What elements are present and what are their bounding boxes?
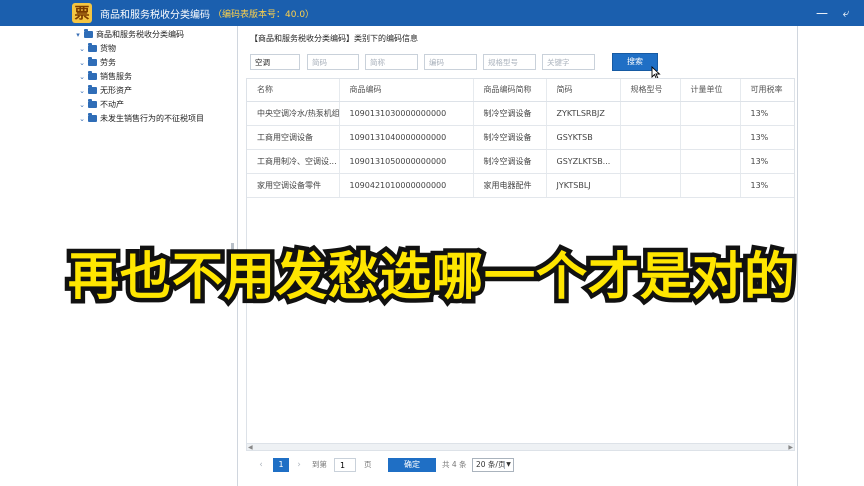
folder-icon xyxy=(88,85,97,94)
cell-tax-rate: 13% xyxy=(740,173,794,198)
cell-unit xyxy=(680,173,741,198)
tree-item-label: 无形资产 xyxy=(100,86,132,95)
expand-icon[interactable]: ⌄ xyxy=(78,115,86,123)
tree-item-label: 不动产 xyxy=(100,100,124,109)
tree-item-goods[interactable]: ⌄ 货物 xyxy=(78,43,116,54)
cell-short-code: JYKTSBLJ xyxy=(546,173,621,198)
title-bar: 票 商品和服务税收分类编码 （编码表版本号：40.0） — ⤶ xyxy=(0,0,864,26)
folder-icon xyxy=(88,43,97,52)
expand-icon[interactable]: ⌄ xyxy=(78,87,86,95)
back-arrow-icon[interactable]: ⤶ xyxy=(838,4,854,22)
spec-input[interactable] xyxy=(483,54,536,70)
tree-item-intangible[interactable]: ⌄ 无形资产 xyxy=(78,85,132,96)
keyword-input[interactable] xyxy=(542,54,595,70)
scroll-right-icon[interactable]: ▶ xyxy=(788,444,793,451)
folder-icon xyxy=(88,57,97,66)
tree-item-services[interactable]: ⌄ 销售服务 xyxy=(78,71,132,82)
table-header: 名称 商品编码 商品编码简称 简码 规格型号 计量单位 可用税率 xyxy=(247,79,794,102)
short-code-input[interactable] xyxy=(307,54,359,70)
cell-unit xyxy=(680,149,741,174)
tree-item-non-taxable[interactable]: ⌄ 未发生销售行为的不征税项目 xyxy=(78,113,204,124)
table-row[interactable]: 家用空调设备零件 1090421010000000000 家用电器配件 JYKT… xyxy=(247,173,794,198)
cell-code: 1090131040000000000 xyxy=(339,125,474,150)
cell-short-name: 家用电器配件 xyxy=(473,173,547,198)
expand-icon[interactable]: ⌄ xyxy=(78,45,86,53)
goto-page-input[interactable] xyxy=(334,458,356,472)
horizontal-scrollbar[interactable]: ◀ ▶ xyxy=(246,443,795,451)
version-label: （编码表版本号：40.0） xyxy=(213,9,315,20)
cell-spec xyxy=(620,173,681,198)
window-title: 商品和服务税收分类编码 xyxy=(100,9,210,21)
total-count: 共 4 条 xyxy=(442,460,467,469)
app-logo-icon: 票 xyxy=(72,3,92,23)
cell-spec xyxy=(620,101,681,126)
current-page-button[interactable]: 1 xyxy=(273,458,289,472)
folder-icon xyxy=(88,113,97,122)
cell-short-code: GSYZLKTSB... xyxy=(546,149,621,174)
table-row[interactable]: 工商用制冷、空调设... 1090131050000000000 制冷空调设备 … xyxy=(247,149,794,174)
folder-icon xyxy=(88,71,97,80)
tree-item-label: 劳务 xyxy=(100,58,116,67)
cell-tax-rate: 13% xyxy=(740,149,794,174)
cell-short-name: 制冷空调设备 xyxy=(473,149,547,174)
cell-name: 工商用制冷、空调设... xyxy=(247,149,340,174)
column-header[interactable]: 计量单位 xyxy=(680,79,741,102)
cell-tax-rate: 13% xyxy=(740,101,794,126)
cell-code: 1090131030000000000 xyxy=(339,101,474,126)
tree-item-labor[interactable]: ⌄ 劳务 xyxy=(78,57,116,68)
expand-icon[interactable]: ⌄ xyxy=(78,59,86,67)
cell-short-code: ZYKTLSRBJZ xyxy=(546,101,621,126)
folder-icon xyxy=(88,99,97,108)
goto-label: 到第 xyxy=(312,460,327,469)
column-header[interactable]: 名称 xyxy=(247,79,340,102)
code-input[interactable] xyxy=(424,54,477,70)
cell-name: 中央空调冷水/热泵机组 xyxy=(247,101,340,126)
cell-name: 工商用空调设备 xyxy=(247,125,340,150)
section-title: 【商品和服务税收分类编码】类别下的编码信息 xyxy=(250,34,418,43)
confirm-button[interactable]: 确定 xyxy=(388,458,436,472)
cell-name: 家用空调设备零件 xyxy=(247,173,340,198)
tree-root-label: 商品和服务税收分类编码 xyxy=(96,30,184,39)
column-header[interactable]: 商品编码 xyxy=(339,79,474,102)
table-row[interactable]: 中央空调冷水/热泵机组 1090131030000000000 制冷空调设备 Z… xyxy=(247,101,794,126)
cell-short-name: 制冷空调设备 xyxy=(473,125,547,150)
tree-item-label: 销售服务 xyxy=(100,72,132,81)
minimize-icon[interactable]: — xyxy=(814,4,830,22)
cell-unit xyxy=(680,101,741,126)
cell-short-name: 制冷空调设备 xyxy=(473,101,547,126)
expand-icon[interactable]: ⌄ xyxy=(78,73,86,81)
column-header[interactable]: 简码 xyxy=(546,79,621,102)
page-size-select[interactable]: 20 条/页 ▼ xyxy=(472,458,514,472)
cell-spec xyxy=(620,149,681,174)
expand-icon[interactable]: ⌄ xyxy=(78,101,86,109)
column-header[interactable]: 可用税率 xyxy=(740,79,794,102)
cell-code: 1090131050000000000 xyxy=(339,149,474,174)
dropdown-arrow-icon: ▼ xyxy=(504,461,512,469)
cell-short-code: GSYKTSB xyxy=(546,125,621,150)
prev-page-icon[interactable]: ‹ xyxy=(256,458,266,472)
cell-code: 1090421010000000000 xyxy=(339,173,474,198)
folder-icon xyxy=(84,29,93,38)
column-header[interactable]: 规格型号 xyxy=(620,79,681,102)
tree-item-label: 未发生销售行为的不征税项目 xyxy=(100,114,204,123)
collapse-icon[interactable]: ▾ xyxy=(74,31,82,39)
cell-tax-rate: 13% xyxy=(740,125,794,150)
name-search-input[interactable] xyxy=(250,54,300,70)
next-page-icon[interactable]: › xyxy=(294,458,304,472)
video-caption: 再也不用发愁选哪一个才是对的 xyxy=(63,244,799,312)
cell-spec xyxy=(620,125,681,150)
cell-unit xyxy=(680,125,741,150)
column-header[interactable]: 商品编码简称 xyxy=(473,79,547,102)
table-row[interactable]: 工商用空调设备 1090131040000000000 制冷空调设备 GSYKT… xyxy=(247,125,794,150)
page-unit-label: 页 xyxy=(364,460,372,469)
page-size-value: 20 条/页 xyxy=(476,460,506,469)
tree-root[interactable]: ▾ 商品和服务税收分类编码 xyxy=(74,29,184,40)
window-controls: — ⤶ xyxy=(814,4,854,22)
tree-item-label: 货物 xyxy=(100,44,116,53)
short-name-input[interactable] xyxy=(365,54,418,70)
scroll-left-icon[interactable]: ◀ xyxy=(248,444,253,451)
tree-item-real-estate[interactable]: ⌄ 不动产 xyxy=(78,99,124,110)
